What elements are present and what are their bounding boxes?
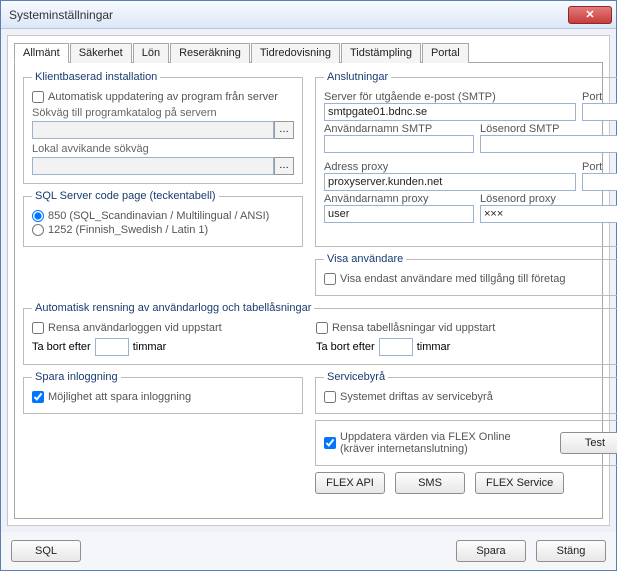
- tab-tidstampling[interactable]: Tidstämpling: [341, 43, 421, 63]
- group-visa-legend: Visa användare: [324, 253, 406, 265]
- tabort-log-label: Ta bort efter: [32, 341, 91, 353]
- smtp-pass-input[interactable]: [480, 135, 617, 153]
- tab-panel: Klientbaserad installation Automatisk up…: [14, 62, 603, 519]
- tab-reserakning[interactable]: Reseräkning: [170, 43, 250, 63]
- group-anslutningar: Anslutningar Server för utgående e-post …: [315, 71, 617, 247]
- spara-button[interactable]: Spara: [456, 540, 526, 562]
- flex-api-button[interactable]: FLEX API: [315, 472, 385, 494]
- group-codepage: SQL Server code page (teckentabell) 850 …: [23, 190, 303, 247]
- codepage-850-label: 850 (SQL_Scandinavian / Multilingual / A…: [48, 210, 269, 222]
- sms-button[interactable]: SMS: [395, 472, 465, 494]
- proxy-port-input[interactable]: [582, 173, 617, 191]
- tabort-log-input[interactable]: [95, 338, 129, 356]
- group-spara-inloggning-legend: Spara inloggning: [32, 371, 121, 383]
- servicebyra-label: Systemet driftas av servicebyrå: [340, 391, 493, 403]
- smtp-port-label: Port: [582, 91, 617, 103]
- servicebyra-checkbox[interactable]: [324, 391, 336, 403]
- rensa-log-label: Rensa användarloggen vid uppstart: [48, 322, 222, 334]
- group-rensning-legend: Automatisk rensning av användarlogg och …: [32, 302, 314, 314]
- titlebar: Systeminställningar ✕: [1, 1, 616, 29]
- proxy-pass-input[interactable]: [480, 205, 617, 223]
- tabstrip: Allmänt Säkerhet Lön Reseräkning Tidredo…: [14, 43, 603, 63]
- spara-inloggning-label: Möjlighet att spara inloggning: [48, 391, 191, 403]
- stang-button[interactable]: Stäng: [536, 540, 606, 562]
- local-path-input[interactable]: [32, 157, 274, 175]
- tab-lon[interactable]: Lön: [133, 43, 169, 63]
- bottom-bar: SQL Spara Stäng: [1, 532, 616, 570]
- smtp-port-input[interactable]: [582, 103, 617, 121]
- flex-update-panel: Uppdatera värden via FLEX Online (kräver…: [315, 420, 617, 466]
- smtp-user-input[interactable]: [324, 135, 474, 153]
- visa-only-label: Visa endast användare med tillgång till …: [340, 273, 565, 285]
- path-browse-button[interactable]: …: [274, 121, 294, 139]
- smtp-server-label: Server för utgående e-post (SMTP): [324, 91, 576, 103]
- codepage-1252-label: 1252 (Finnish_Swedish / Latin 1): [48, 224, 208, 236]
- rensa-lock-label: Rensa tabellåsningar vid uppstart: [332, 322, 495, 334]
- smtp-user-label: Användarnamn SMTP: [324, 123, 474, 135]
- path-input[interactable]: [32, 121, 274, 139]
- flex-service-button[interactable]: FLEX Service: [475, 472, 564, 494]
- group-visa: Visa användare Visa endast användare med…: [315, 253, 617, 296]
- group-spara-inloggning: Spara inloggning Möjlighet att spara inl…: [23, 371, 303, 414]
- proxy-user-label: Användarnamn proxy: [324, 193, 474, 205]
- content-area: Allmänt Säkerhet Lön Reseräkning Tidredo…: [7, 35, 610, 526]
- group-rensning: Automatisk rensning av användarlogg och …: [23, 302, 617, 365]
- auto-update-label: Automatisk uppdatering av program från s…: [48, 91, 278, 103]
- visa-only-checkbox[interactable]: [324, 273, 336, 285]
- flex-update-checkbox[interactable]: [324, 437, 336, 449]
- proxy-addr-input[interactable]: [324, 173, 576, 191]
- proxy-addr-label: Adress proxy: [324, 161, 576, 173]
- tab-tidredovisning[interactable]: Tidredovisning: [251, 43, 340, 63]
- rensa-log-checkbox[interactable]: [32, 322, 44, 334]
- flex-button-row: FLEX API SMS FLEX Service: [315, 472, 617, 494]
- spara-inloggning-checkbox[interactable]: [32, 391, 44, 403]
- codepage-850-radio[interactable]: [32, 210, 44, 222]
- group-servicebyra: Servicebyrå Systemet driftas av serviceb…: [315, 371, 617, 414]
- proxy-user-input[interactable]: [324, 205, 474, 223]
- sql-button[interactable]: SQL: [11, 540, 81, 562]
- settings-window: Systeminställningar ✕ Allmänt Säkerhet L…: [0, 0, 617, 571]
- window-title: Systeminställningar: [9, 8, 568, 22]
- close-button[interactable]: ✕: [568, 6, 612, 24]
- local-path-label: Lokal avvikande sökväg: [32, 143, 294, 155]
- proxy-pass-label: Lösenord proxy: [480, 193, 617, 205]
- group-servicebyra-legend: Servicebyrå: [324, 371, 388, 383]
- group-klient-legend: Klientbaserad installation: [32, 71, 160, 83]
- smtp-server-input[interactable]: [324, 103, 576, 121]
- tab-sakerhet[interactable]: Säkerhet: [70, 43, 132, 63]
- local-path-browse-button[interactable]: …: [274, 157, 294, 175]
- timmar-log-label: timmar: [133, 341, 167, 353]
- tab-portal[interactable]: Portal: [422, 43, 469, 63]
- test-button[interactable]: Test: [560, 432, 617, 454]
- tabort-lock-input[interactable]: [379, 338, 413, 356]
- flex-update-label: Uppdatera värden via FLEX Online (kräver…: [340, 431, 520, 455]
- tabort-lock-label: Ta bort efter: [316, 341, 375, 353]
- group-codepage-legend: SQL Server code page (teckentabell): [32, 190, 219, 202]
- smtp-pass-label: Lösenord SMTP: [480, 123, 617, 135]
- codepage-1252-radio[interactable]: [32, 224, 44, 236]
- group-anslutningar-legend: Anslutningar: [324, 71, 391, 83]
- close-icon: ✕: [585, 8, 594, 21]
- proxy-port-label: Port: [582, 161, 617, 173]
- auto-update-checkbox[interactable]: [32, 91, 44, 103]
- path-label: Sökväg till programkatalog på servern: [32, 107, 294, 119]
- rensa-lock-checkbox[interactable]: [316, 322, 328, 334]
- tab-allmant[interactable]: Allmänt: [14, 43, 69, 63]
- timmar-lock-label: timmar: [417, 341, 451, 353]
- group-klient: Klientbaserad installation Automatisk up…: [23, 71, 303, 184]
